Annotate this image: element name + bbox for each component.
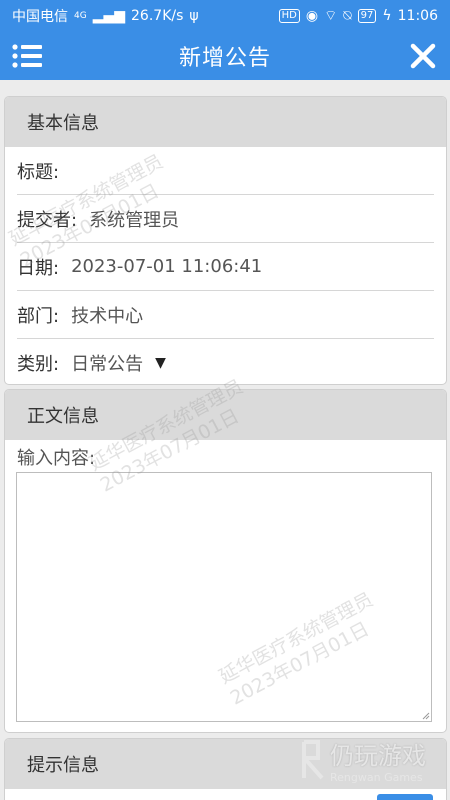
category-select[interactable]: 日常公告 [71,350,143,376]
eye-icon: ◉ [305,8,319,24]
wifi-icon: ⌔ [324,8,338,24]
status-bar: 中国电信 4G ▂▄▆ 26.7K/s ψ HD ◉ ⌔ ⍉ 97 ϟ 11:0… [0,0,450,32]
close-icon [410,43,436,69]
hd-badge: HD [278,9,300,23]
brand-logo: 仍玩游戏 Rengwan Games [300,736,426,784]
department-label: 部门: [17,305,60,327]
body-info-card: 正文信息 输入内容: [4,389,447,733]
hamburger-icon [12,44,42,68]
mute-icon: ⍉ [343,8,352,24]
basic-info-header: 基本信息 [5,97,446,147]
category-row[interactable]: 类别: 日常公告 ▼ [17,339,434,384]
resize-handle-icon[interactable] [422,712,430,720]
body-info-header: 正文信息 [5,390,446,440]
action-button-partial[interactable] [377,794,433,800]
logo-name: 仍玩游戏 [330,742,426,770]
battery-level: 97 [357,9,377,23]
signal-icon: ▂▄▆ [92,8,126,24]
carrier-label: 中国电信 [12,9,68,25]
title-label: 标题: [17,161,60,183]
submitter-value: 系统管理员 [89,209,180,231]
usb-icon: ψ [189,8,199,24]
dropdown-arrow-icon[interactable]: ▼ [155,355,166,371]
charging-icon: ϟ [382,8,392,24]
basic-info-card: 基本信息 标题: 提交者: 系统管理员 日期: 2023-07-01 11:06… [4,96,447,385]
content-textarea[interactable] [16,472,432,722]
close-button[interactable] [406,39,440,73]
app-bar: 新增公告 [0,32,450,80]
page-title: 新增公告 [178,46,271,71]
signal-label: 4G [74,11,87,21]
date-value: 2023-07-01 11:06:41 [71,256,263,277]
date-row: 日期: 2023-07-01 11:06:41 [17,243,434,291]
logo-mark-icon [302,740,324,780]
clock: 11:06 [397,8,438,24]
department-value: 技术中心 [71,305,144,327]
content-label: 输入内容: [17,448,96,469]
category-label: 类别: [17,354,60,375]
title-row[interactable]: 标题: [17,147,434,195]
submitter-label: 提交者: [17,209,78,231]
department-row: 部门: 技术中心 [17,291,434,339]
network-speed: 26.7K/s [131,8,184,24]
menu-button[interactable] [10,41,44,71]
submitter-row: 提交者: 系统管理员 [17,195,434,243]
logo-subtitle: Rengwan Games [330,771,423,784]
date-label: 日期: [17,257,60,279]
